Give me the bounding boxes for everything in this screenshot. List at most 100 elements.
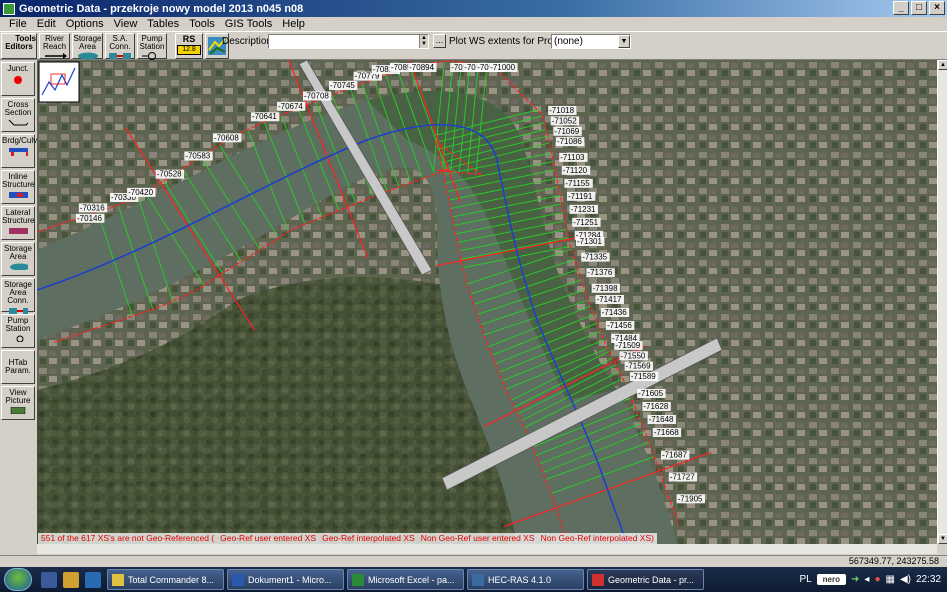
start-button[interactable]	[4, 568, 32, 591]
description-input[interactable]	[268, 34, 429, 49]
xs-label[interactable]: -71605	[637, 388, 666, 398]
xs-label[interactable]: -70674	[276, 101, 306, 111]
xs-label[interactable]: -71052	[550, 116, 580, 126]
xs-label[interactable]: -71569	[624, 361, 654, 371]
xs-label[interactable]: -70894	[408, 63, 437, 72]
storage-area-label: Storage Area	[73, 33, 102, 51]
svg-text:-70528: -70528	[157, 170, 182, 179]
menu-view[interactable]: View	[109, 18, 143, 30]
xs-label[interactable]: -71120	[561, 165, 591, 175]
show-desktop-icon[interactable]	[41, 571, 57, 588]
xs-label[interactable]: -71103	[559, 152, 588, 162]
pump-station-button[interactable]: Pump Station	[137, 32, 167, 60]
htab-param-button[interactable]: HTab Param.	[1, 350, 35, 384]
storage-area-side-button[interactable]: Storage Area	[1, 242, 35, 276]
clock[interactable]: 22:32	[916, 574, 941, 585]
menu-gis-tools[interactable]: GIS Tools	[220, 18, 278, 30]
taskbar-item-hec-ras[interactable]: HEC-RAS 4.1.0	[467, 569, 584, 590]
xs-label[interactable]: -70583	[184, 151, 213, 161]
xs-label[interactable]: -70745	[328, 81, 358, 91]
xs-label[interactable]: -71086	[555, 137, 585, 147]
taskbar-item-excel[interactable]: Microsoft Excel - pa...	[347, 569, 464, 590]
menu-help[interactable]: Help	[277, 18, 310, 30]
taskbar-item-total-commander[interactable]: Total Commander 8...	[107, 569, 224, 590]
xs-label[interactable]: -71335	[581, 252, 610, 262]
xs-label[interactable]: -71000	[489, 63, 518, 72]
xs-label[interactable]: -71668	[652, 427, 682, 437]
xs-label[interactable]: -71155	[564, 178, 593, 188]
xs-label[interactable]: -71436	[600, 307, 630, 317]
junction-label: Junct.	[7, 64, 29, 73]
xs-label[interactable]: -70420	[127, 187, 156, 197]
inline-structure-button[interactable]: Inline Structure	[1, 170, 35, 204]
view-picture-button[interactable]: View Picture	[1, 386, 35, 420]
profile-select[interactable]: (none) ▼	[551, 34, 631, 49]
xs-label[interactable]: -71727	[668, 472, 698, 482]
xs-label[interactable]: -71417	[595, 294, 624, 304]
xs-label[interactable]: -71905	[676, 494, 705, 504]
tray-arrow-icon[interactable]: ➜	[851, 574, 859, 585]
xs-label[interactable]: -71550	[619, 351, 648, 361]
river-reach-button[interactable]: River Reach	[39, 32, 70, 59]
description-spinner[interactable]: ▲ ▼	[419, 35, 428, 48]
taskbar-item-geometric-data[interactable]: Geometric Data - pr...	[587, 569, 704, 590]
xs-label[interactable]: -70641	[250, 112, 280, 122]
xs-label[interactable]: -70146	[76, 213, 105, 223]
xs-label[interactable]: -71018	[548, 105, 577, 115]
description-more-button[interactable]: ...	[433, 34, 446, 48]
scroll-down-icon[interactable]: ▼	[938, 534, 947, 544]
xs-label[interactable]: -71628	[642, 401, 671, 411]
vertical-scrollbar[interactable]: ▲ ▼	[937, 60, 947, 544]
menu-tools[interactable]: Tools	[184, 18, 220, 30]
xs-label[interactable]: -71191	[566, 191, 596, 201]
menu-edit[interactable]: Edit	[32, 18, 61, 30]
xs-label[interactable]: -71376	[586, 268, 615, 278]
xs-label[interactable]: -70528	[155, 169, 185, 179]
minimize-button[interactable]: _	[893, 1, 909, 15]
xs-label[interactable]: -71251	[572, 217, 601, 227]
nero-scout-icon[interactable]: nero	[816, 574, 847, 585]
network-icon[interactable]: ▦	[885, 574, 894, 585]
pump-station-side-button[interactable]: Pump Station	[1, 314, 35, 348]
storage-area-button[interactable]: Storage Area	[72, 32, 103, 59]
xs-label[interactable]: -71231	[569, 204, 598, 214]
scroll-up-icon[interactable]: ▲	[938, 60, 947, 70]
taskbar-item-word[interactable]: Dokument1 - Micro...	[227, 569, 344, 590]
explorer-icon[interactable]	[63, 571, 79, 588]
menu-options[interactable]: Options	[61, 18, 109, 30]
cross-section-label: Cross Section	[4, 100, 32, 117]
editors-tool[interactable]: Tools Editors	[1, 32, 37, 59]
xs-label[interactable]: -70316	[78, 203, 108, 213]
menu-tables[interactable]: Tables	[142, 18, 184, 30]
language-indicator[interactable]: PL	[799, 574, 811, 585]
overview-inset[interactable]	[38, 61, 80, 103]
xs-label[interactable]: -71456	[605, 320, 635, 330]
rs-button[interactable]: RS 12.8	[175, 32, 203, 59]
horizontal-scrollbar[interactable]	[37, 544, 937, 554]
map-canvas[interactable]: -70146 -70316 -70330 -70420 -70528 -70583 -706…	[37, 60, 937, 544]
xs-label[interactable]: -71648	[647, 414, 676, 424]
bridge-culvert-button[interactable]: Brdg/Culv	[1, 134, 37, 168]
xs-label[interactable]: -71509	[614, 340, 643, 350]
menu-file[interactable]: File	[4, 18, 32, 30]
sa-conn-button[interactable]: S.A. Conn.	[105, 32, 135, 59]
tray-expand-icon[interactable]: ◂	[864, 574, 869, 585]
xs-label[interactable]: -70708	[302, 91, 332, 101]
xs-label[interactable]: -71687	[660, 450, 690, 460]
antivirus-icon[interactable]: ●	[874, 574, 880, 585]
volume-icon[interactable]: ◀)	[900, 574, 911, 585]
xs-label[interactable]: -70608	[212, 133, 242, 143]
storage-area-conn-button[interactable]: Storage Area Conn.	[1, 278, 35, 314]
cross-section-button[interactable]: Cross Section	[1, 98, 35, 132]
xs-label[interactable]: -71069	[553, 126, 582, 136]
media-player-icon[interactable]	[85, 571, 101, 588]
xs-label[interactable]: -71589	[629, 372, 659, 382]
svg-text:-70674: -70674	[278, 102, 303, 111]
maximize-button[interactable]: □	[911, 1, 927, 15]
close-button[interactable]: ×	[929, 1, 945, 15]
lateral-structure-button[interactable]: Lateral Structure	[1, 206, 35, 240]
svg-text:-71018: -71018	[549, 106, 574, 115]
junction-button[interactable]: Junct.	[1, 62, 35, 96]
xs-label[interactable]: -71301	[576, 236, 605, 246]
xs-label[interactable]: -71398	[591, 283, 621, 293]
